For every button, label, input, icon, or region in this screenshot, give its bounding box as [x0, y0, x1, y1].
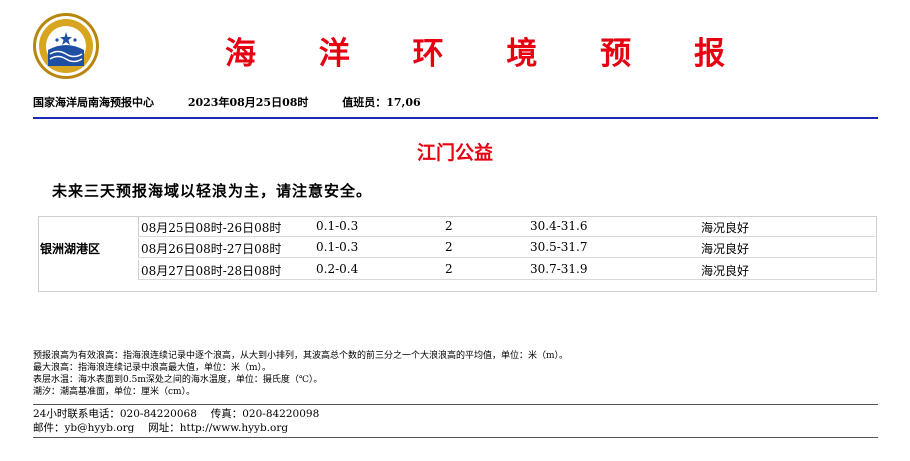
table-row: 08月27日08时-28日08时 0.2-0.4 2 30.7-31.9 海况良…	[138, 260, 875, 280]
water-temperature: 30.4-31.6	[530, 219, 588, 233]
table-row: 08月25日08时-26日08时 0.1-0.3 2 30.4-31.6 海况良…	[138, 217, 875, 237]
forecast-period: 08月27日08时-28日08时	[138, 260, 281, 279]
footer-divider-top	[33, 404, 878, 405]
water-temperature: 30.5-31.7	[530, 240, 588, 254]
wave-height: 0.1-0.3	[316, 219, 359, 233]
header-info-bar: 国家海洋局南海预报中心 2023年08月25日08时 值班员：17,06	[33, 94, 421, 110]
table-row: 08月26日08时-27日08时 0.1-0.3 2 30.5-31.7 海况良…	[138, 238, 875, 258]
definitions-notes: 预报浪高为有效浪高：指海浪连续记录中逐个浪高，从大到小排列，其波高总个数的前三分…	[33, 350, 568, 398]
soa-emblem-icon	[33, 13, 99, 79]
page-title: 海 洋 环 境 预 报	[225, 36, 751, 72]
wave-level: 2	[445, 262, 453, 276]
area-title: 江门公益	[416, 142, 493, 164]
note-water-temperature: 表层水温：海水表面到0.5m深处之间的海水温度，单位：摄氏度（℃）。	[33, 375, 323, 385]
sea-condition: 海况良好	[701, 221, 750, 235]
table-border-left	[38, 216, 39, 292]
wave-level: 2	[445, 219, 453, 233]
region-name: 银洲湖港区	[40, 242, 101, 256]
contact-phone-fax: 24小时联系电话：020-84220068 传真：020-84220098	[33, 408, 320, 420]
duty-officer: 值班员：17,06	[342, 96, 421, 109]
table-border-bottom	[38, 291, 877, 292]
forecast-period: 08月26日08时-27日08时	[138, 238, 281, 257]
water-temperature: 30.7-31.9	[530, 262, 588, 276]
forecast-table: 银洲湖港区 08月25日08时-26日08时 0.1-0.3 2 30.4-31…	[38, 216, 877, 292]
header-divider	[33, 117, 878, 119]
table-border-right	[876, 216, 877, 292]
note-wave-height: 预报浪高为有效浪高：指海浪连续记录中逐个浪高，从大到小排列，其波高总个数的前三分…	[33, 351, 569, 361]
sea-condition: 海况良好	[701, 264, 750, 278]
contact-email-website: 邮件：yb@hyyb.org 网址：http://www.hyyb.org	[33, 422, 289, 434]
issue-date: 2023年08月25日08时	[187, 96, 309, 109]
wave-height: 0.1-0.3	[316, 240, 359, 254]
contact-info: 24小时联系电话：020-84220068 传真：020-84220098 邮件…	[33, 407, 319, 435]
issuing-organization: 国家海洋局南海预报中心	[33, 96, 154, 109]
forecast-summary: 未来三天预报海域以轻浪为主，请注意安全。	[52, 182, 373, 200]
footer-divider-bottom	[33, 437, 878, 438]
forecast-period: 08月25日08时-26日08时	[138, 217, 281, 236]
note-tide: 潮汐：潮高基准面，单位：厘米（cm）。	[33, 387, 196, 397]
wave-level: 2	[445, 240, 453, 254]
sea-condition: 海况良好	[701, 242, 750, 256]
note-max-wave: 最大浪高：指海浪连续记录中浪高最大值，单位：米（m）。	[33, 363, 272, 373]
wave-height: 0.2-0.4	[316, 262, 359, 276]
